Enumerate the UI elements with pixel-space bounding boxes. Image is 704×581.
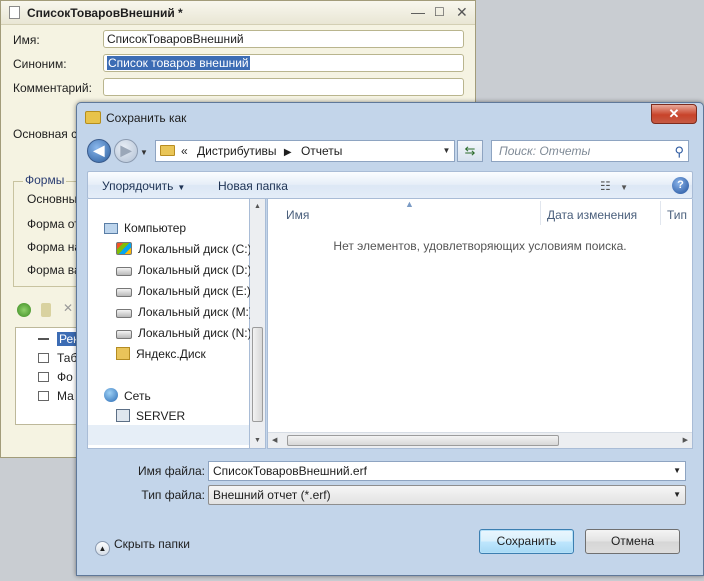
synonym-field[interactable]: Список товаров внешний [103, 54, 464, 72]
command-bar: Упорядочить ▼ Новая папка ☷ ▼ ? [87, 171, 693, 199]
maximize-icon[interactable]: ☐ [434, 5, 445, 19]
address-overflow[interactable]: « [181, 144, 188, 158]
yandex-disk-icon [116, 347, 130, 360]
scroll-up-icon[interactable]: ▲ [254, 203, 261, 210]
breadcrumb-item[interactable]: Дистрибутивы [197, 144, 277, 158]
drive-icon [116, 267, 132, 276]
edit-icon[interactable] [41, 303, 51, 317]
tree-item[interactable]: Ма [38, 389, 74, 403]
tree-item-drive-d[interactable]: Локальный диск (D:) [116, 263, 252, 281]
file-list-pane: ▲ Имя Дата изменения Тип Нет элементов, … [267, 199, 693, 449]
save-button[interactable]: Сохранить [479, 529, 574, 554]
tree-item-drive-m[interactable]: Локальный диск (M:) [116, 305, 253, 323]
breadcrumb-separator-icon[interactable]: ▶ [284, 147, 292, 158]
hide-folders-toggle[interactable]: ▲ Скрыть папки [95, 537, 190, 556]
filetype-dropdown-icon[interactable]: ▼ [673, 490, 681, 499]
delete-icon[interactable]: ✕ [63, 301, 77, 315]
scroll-down-icon[interactable]: ▼ [254, 437, 261, 444]
tree-item[interactable]: Таб [38, 351, 77, 365]
column-separator [540, 201, 541, 225]
empty-results-message: Нет элементов, удовлетворяющих условиям … [333, 239, 627, 253]
server-icon [116, 409, 130, 422]
name-field[interactable]: СписокТоваровВнешний [103, 30, 464, 48]
breadcrumb-item[interactable]: Отчеты [301, 144, 342, 158]
column-separator [660, 201, 661, 225]
forms-item: Форма от [27, 217, 80, 231]
minimize-icon[interactable]: — [411, 4, 425, 20]
synonym-label: Синоним: [13, 57, 67, 71]
sort-indicator-icon: ▲ [405, 199, 414, 209]
document-icon [9, 6, 20, 19]
tree-item-network[interactable]: Сеть [104, 388, 151, 406]
background-title-bar: СписокТоваровВнешний * — ☐ ✕ [1, 1, 475, 25]
drive-icon [116, 309, 132, 318]
selected-item-highlight [88, 425, 249, 445]
refresh-button[interactable]: ⇆ [457, 140, 483, 162]
filename-value: СписокТоваровВнешний.erf [213, 464, 367, 478]
synonym-selected-text: Список товаров внешний [107, 56, 250, 70]
address-bar[interactable]: « Дистрибутивы ▶ Отчеты ▼ [155, 140, 455, 162]
filename-input[interactable]: СписокТоваровВнешний.erf ▼ [208, 461, 686, 481]
search-placeholder: Поиск: Отчеты [499, 144, 591, 158]
view-options-icon[interactable]: ☷ ▼ [600, 179, 628, 193]
tree-item-yandex-disk[interactable]: Яндекс.Диск [116, 347, 206, 365]
tree-item-computer[interactable]: Компьютер [104, 221, 186, 239]
recent-pages-dropdown-icon[interactable]: ▼ [140, 148, 148, 157]
filetype-label: Тип файла: [141, 488, 205, 502]
background-window-title: СписокТоваровВнешний * [27, 6, 183, 20]
system-drive-icon [116, 242, 132, 255]
comment-field[interactable] [103, 78, 464, 96]
filetype-select[interactable]: Внешний отчет (*.erf) ▼ [208, 485, 686, 505]
filetype-value: Внешний отчет (*.erf) [213, 488, 331, 502]
drive-icon [116, 288, 132, 297]
cancel-button[interactable]: Отмена [585, 529, 680, 554]
scroll-left-icon[interactable]: ◀ [272, 436, 277, 444]
filename-history-dropdown-icon[interactable]: ▼ [673, 466, 681, 475]
drive-icon [116, 330, 132, 339]
help-icon[interactable]: ? [672, 177, 689, 194]
forms-item: Форма на [27, 240, 82, 254]
address-dropdown-icon[interactable]: ▼ [438, 141, 454, 161]
file-list-horizontal-scrollbar[interactable]: ◀ ▶ [268, 432, 692, 448]
tree-item[interactable]: Рек [38, 332, 81, 346]
organize-button[interactable]: Упорядочить ▼ [102, 179, 185, 193]
name-label: Имя: [13, 33, 40, 47]
tree-item-server[interactable]: SERVER [116, 409, 185, 427]
tree-item-drive-n[interactable]: Локальный диск (N:) [116, 326, 252, 344]
dialog-title: Сохранить как [106, 111, 187, 125]
folder-icon [85, 111, 101, 124]
column-header-name[interactable]: Имя [286, 208, 309, 222]
filename-label: Имя файла: [138, 464, 205, 478]
dialog-title-bar: Сохранить как [85, 111, 186, 129]
scrollbar-thumb[interactable] [252, 327, 263, 422]
forms-item: Основны [27, 192, 78, 206]
search-icon[interactable]: ⚲ [674, 144, 684, 160]
tree-item[interactable]: Фо [38, 370, 73, 384]
tree-item-drive-c[interactable]: Локальный диск (C:) [116, 242, 252, 260]
save-as-dialog: Сохранить как ✕ ◀ ▶ ▼ « Дистрибутивы ▶ О… [76, 102, 704, 576]
folder-icon [160, 145, 175, 156]
main-scheme-label: Основная сх [13, 127, 84, 141]
new-folder-button[interactable]: Новая папка [218, 179, 288, 193]
column-header-date[interactable]: Дата изменения [547, 208, 637, 222]
comment-label: Комментарий: [13, 81, 92, 95]
navigation-scrollbar[interactable]: ▲ ▼ [250, 199, 266, 449]
close-icon[interactable]: ✕ [456, 4, 468, 21]
navigation-pane: Компьютер Локальный диск (C:) Локальный … [87, 199, 253, 449]
chevron-up-icon: ▲ [95, 541, 110, 556]
hide-folders-label: Скрыть папки [114, 537, 190, 551]
tree-item-drive-e[interactable]: Локальный диск (E:) [116, 284, 251, 302]
column-header-type[interactable]: Тип [667, 208, 687, 222]
add-icon[interactable] [17, 303, 31, 317]
scroll-right-icon[interactable]: ▶ [683, 436, 688, 444]
forms-group-label: Формы [23, 173, 67, 187]
forms-item: Форма ва [27, 263, 81, 277]
forward-button[interactable]: ▶ [114, 139, 138, 163]
scrollbar-thumb[interactable] [287, 435, 559, 446]
back-button[interactable]: ◀ [87, 139, 111, 163]
dialog-close-button[interactable]: ✕ [651, 104, 697, 124]
search-input[interactable]: Поиск: Отчеты ⚲ [491, 140, 689, 162]
network-icon [104, 388, 118, 402]
computer-icon [104, 223, 118, 234]
